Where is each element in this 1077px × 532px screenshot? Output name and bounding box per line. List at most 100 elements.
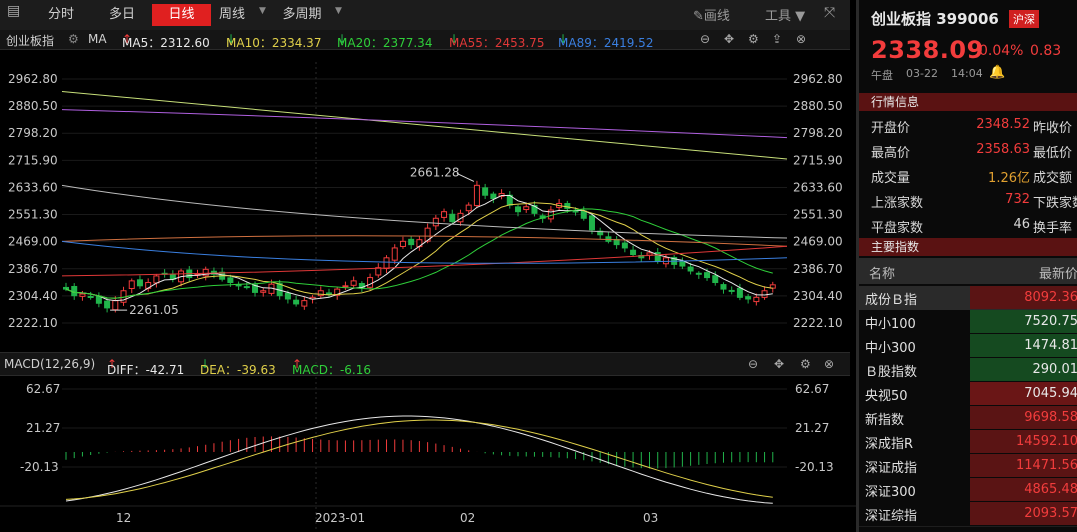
price-tick-left: 2715.90 [8, 153, 58, 167]
price-tick-right: 2469.00 [793, 235, 843, 249]
candle-body [736, 287, 743, 298]
bell-icon[interactable]: 🔔 [989, 65, 1005, 80]
candle-body [728, 289, 735, 292]
index-name: 深证成指 [865, 461, 918, 476]
candle-body [753, 296, 760, 303]
exchange-badge: 沪深 [1009, 10, 1039, 28]
kline-chart[interactable]: 2962.80 2962.80 2880.50 2880.50 2798.20 2798.… [0, 0, 856, 532]
candle-body [284, 292, 291, 300]
candle-body [235, 284, 242, 287]
price-tick-left: 2469.00 [8, 235, 58, 249]
index-price: 14592.10 [970, 430, 1077, 453]
candle-body [87, 295, 94, 298]
quote-date: 03-22 [906, 67, 938, 80]
index-price: 2093.57 [970, 502, 1077, 525]
price-tick-right: 2715.90 [793, 153, 843, 167]
index-row[interactable]: 深证综指 2093.57 [859, 502, 1077, 527]
candle-body [153, 275, 160, 284]
index-price: 4865.48 [970, 478, 1077, 501]
market-info-row: 开盘价 2348.52 昨收价 [859, 113, 1077, 138]
low-annotation: 2261.05 [129, 303, 179, 317]
info-label: 上涨家数 [871, 196, 924, 211]
market-info-row: 成交量 1.26亿 成交额 [859, 163, 1077, 188]
index-row[interactable]: 成份Ｂ指 8092.36 [859, 286, 1077, 311]
info-label: 平盘家数 [871, 221, 924, 236]
main-indices-header: 主要指数 [859, 238, 1077, 256]
ma-long-line [61, 184, 788, 239]
info-label-2: 下跌家数 [1033, 196, 1077, 211]
dea-line [65, 419, 773, 500]
index-row[interactable]: 中小100 7520.75 [859, 310, 1077, 335]
index-name: 深成指R [865, 437, 914, 452]
index-row[interactable]: 深证300 4865.48 [859, 478, 1077, 503]
candle-body [391, 247, 398, 261]
candle-body [63, 286, 69, 290]
macd-tick-left: 21.27 [26, 421, 60, 435]
index-name: 中小300 [865, 341, 916, 356]
candle-body [325, 292, 332, 295]
info-value: 732 [1005, 192, 1030, 207]
macd-tick-right: 62.67 [795, 382, 829, 396]
price-tick-left: 2880.50 [8, 99, 58, 113]
high-annotation: 2661.28 [410, 165, 460, 179]
price-tick-left: 2551.30 [8, 208, 58, 222]
index-row[interactable]: 央视50 7045.94 [859, 382, 1077, 407]
candle-body [523, 206, 530, 211]
macd-tick-right: -20.13 [795, 460, 834, 474]
info-value: 1.26亿 [988, 171, 1030, 186]
candle-body [399, 240, 406, 247]
quote-panel: 创业板指 399006 沪深 2338.09 0.04% 0.83 午盘 03-… [856, 0, 1077, 532]
index-name: 成份Ｂ指 [865, 293, 918, 308]
market-info-row: 最高价 2358.63 最低价 [859, 138, 1077, 163]
index-row[interactable]: 新指数 9698.58 [859, 406, 1077, 431]
candle-body [572, 210, 579, 213]
change-percent: 0.04% [979, 43, 1024, 59]
index-name: 新指数 [865, 413, 905, 428]
last-price: 2338.09 [871, 36, 984, 64]
info-label: 最高价 [871, 146, 911, 161]
indices-table-header: 名称 最新价 [859, 258, 1077, 284]
info-value: 2358.63 [976, 142, 1030, 157]
candle-body [227, 277, 234, 284]
candle-body [260, 290, 267, 293]
macd-tick-left: 62.67 [26, 382, 60, 396]
macd-tick-right: 21.27 [795, 421, 829, 435]
index-price: 7520.75 [970, 310, 1077, 333]
col-price: 最新价 [1038, 267, 1077, 282]
price-tick-left: 2222.10 [8, 316, 58, 330]
index-row[interactable]: 深成指R 14592.10 [859, 430, 1077, 455]
candle-body [104, 300, 111, 309]
x-tick-label: 03 [643, 511, 658, 525]
x-tick-label: 12 [116, 511, 131, 525]
candle-body [432, 217, 439, 227]
macd-tick-left: -20.13 [20, 460, 59, 474]
index-name: Ｂ股指数 [865, 365, 918, 380]
info-label: 开盘价 [871, 121, 911, 136]
info-value: 46 [1013, 217, 1030, 232]
candle-body [350, 280, 357, 286]
session-label: 午盘 [871, 69, 893, 82]
candle-body [79, 293, 86, 297]
candle-body [679, 261, 686, 267]
index-row[interactable]: Ｂ股指数 290.01 [859, 358, 1077, 383]
candle-body [761, 290, 768, 298]
price-tick-right: 2633.60 [793, 180, 843, 194]
candle-body [71, 285, 78, 297]
x-tick-label: 2023-01 [315, 511, 365, 525]
index-row[interactable]: 深证成指 11471.56 [859, 454, 1077, 479]
candle-body [630, 249, 637, 256]
index-name: 央视50 [865, 389, 908, 404]
index-title: 创业板指 399006 [871, 10, 999, 28]
candle-body [293, 299, 300, 305]
x-tick-label: 02 [460, 511, 475, 525]
candle-body [342, 285, 349, 288]
price-tick-right: 2962.80 [793, 72, 843, 86]
price-tick-right: 2386.70 [793, 262, 843, 276]
candle-body [588, 215, 595, 231]
candle-body [695, 272, 702, 275]
info-value: 2348.52 [976, 117, 1030, 132]
market-info-header: 行情信息 [859, 93, 1077, 111]
index-row[interactable]: 中小300 1474.81 [859, 334, 1077, 359]
candle-body [441, 211, 448, 218]
index-price: 1474.81 [970, 334, 1077, 357]
